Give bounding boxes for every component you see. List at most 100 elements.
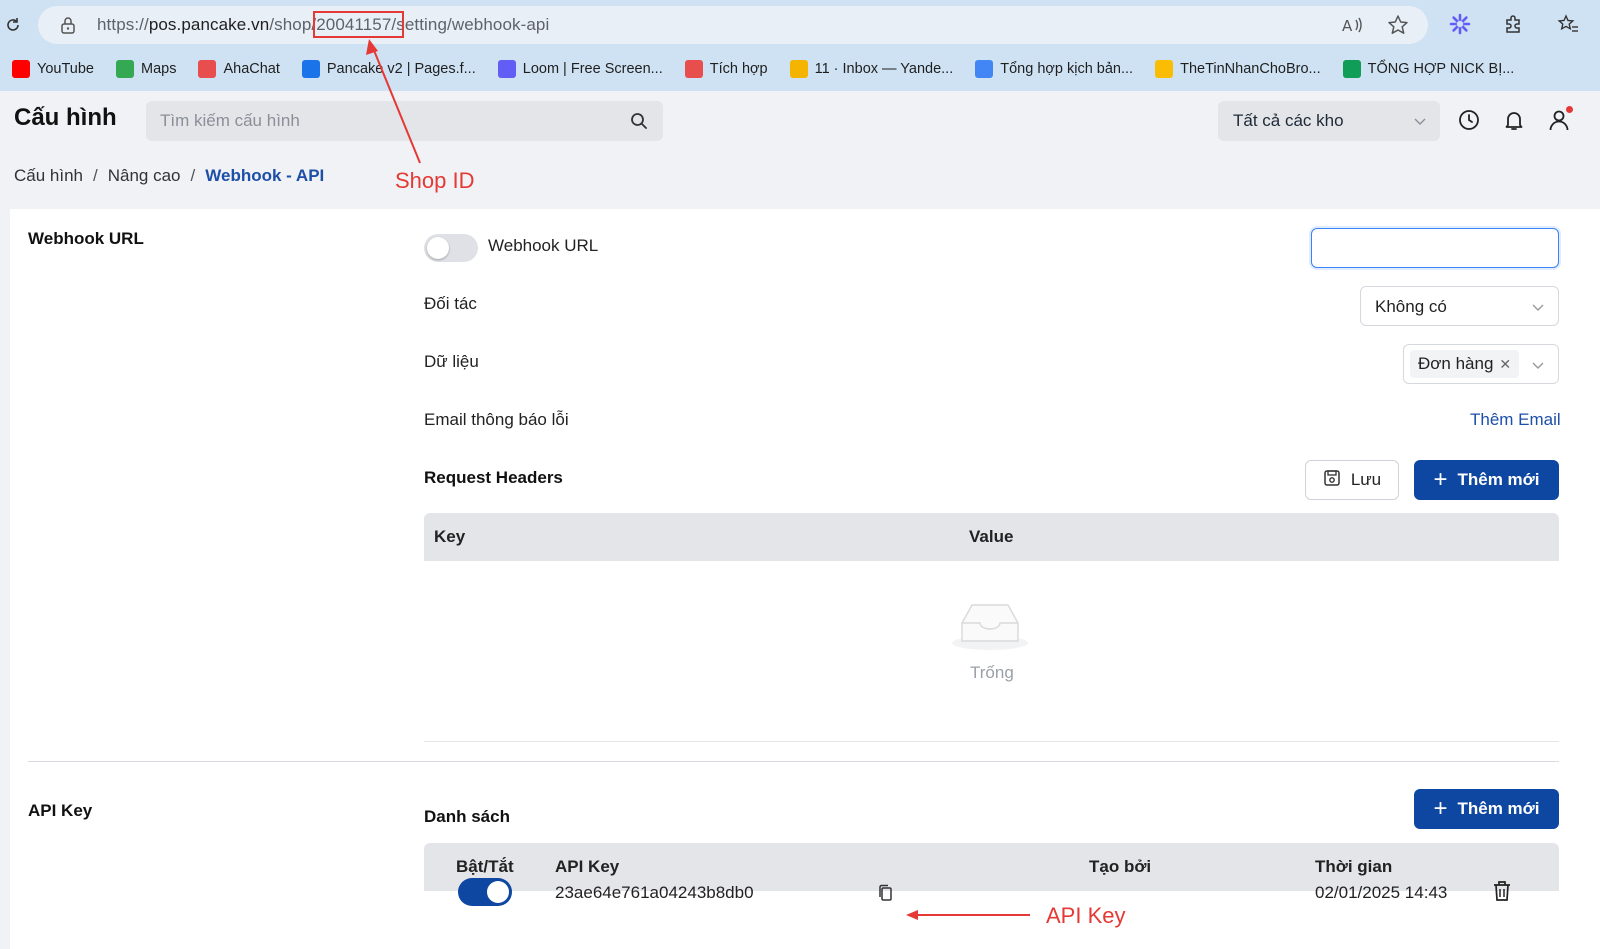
api-key-toggle[interactable] (458, 878, 512, 906)
divider (424, 741, 1559, 742)
store-select[interactable]: Tất cả các kho (1218, 101, 1440, 141)
shop-id-annotation: Shop ID (395, 168, 475, 193)
bookmark-item[interactable]: Pancake v2 | Pages.f... (301, 60, 476, 78)
col-key: Key (434, 527, 466, 546)
bookmark-item[interactable]: AhaChat (198, 60, 280, 78)
page-title: Cấu hình (14, 104, 117, 131)
data-select[interactable]: Đơn hàng ✕ (1403, 344, 1559, 384)
time-value: 02/01/2025 14:43 (1315, 883, 1448, 902)
loom-icon (497, 60, 516, 78)
partner-label: Đối tác (424, 294, 477, 313)
bookmark-item[interactable]: Loom | Free Screen... (497, 60, 663, 78)
history-clock-icon[interactable] (1456, 106, 1481, 134)
webhook-toggle-label: Webhook URL (488, 236, 599, 255)
empty-inbox-icon (949, 597, 1031, 653)
docs-icon (975, 60, 994, 78)
bookmark-label: 11 · Inbox — Yande... (814, 61, 954, 77)
request-headers-label: Request Headers (424, 468, 563, 487)
favorites-bar-icon[interactable] (1554, 10, 1582, 38)
col-time: Thời gian (1315, 857, 1393, 876)
add-api-key-button[interactable]: + Thêm mới (1414, 789, 1559, 829)
pancake-icon (301, 60, 320, 78)
col-value: Value (969, 527, 1014, 546)
breadcrumb: Cấu hình / Nâng cao / Webhook - API (14, 166, 325, 185)
headers-table-head: Key Value (424, 513, 1559, 561)
notification-bell-icon[interactable] (1501, 106, 1526, 134)
api-key-annotation: API Key (1046, 903, 1126, 928)
settings-card: Webhook URL Webhook URL Đối tác Không có… (10, 209, 1600, 949)
drive-icon (1155, 60, 1174, 78)
svg-text:A: A (1342, 17, 1353, 35)
search-icon[interactable] (629, 111, 649, 131)
user-account-icon[interactable] (1546, 106, 1573, 134)
reload-icon[interactable] (0, 6, 26, 44)
favorite-star-icon[interactable] (1386, 13, 1410, 37)
data-tag: Đơn hàng ✕ (1410, 350, 1520, 378)
extensions-puzzle-icon[interactable] (1500, 10, 1528, 38)
sheets-icon (1342, 60, 1361, 78)
save-button[interactable]: Lưu (1305, 460, 1399, 500)
breadcrumb-item-advanced[interactable]: Nâng cao (108, 166, 181, 185)
chevron-down-icon (1530, 357, 1546, 373)
breadcrumb-item-config[interactable]: Cấu hình (14, 166, 83, 185)
api-list-label: Danh sách (424, 807, 510, 826)
search-input[interactable] (160, 109, 600, 133)
youtube-icon (12, 60, 30, 78)
browser-chrome: https://pos.pancake.vn/shop/20041157/set… (0, 0, 1600, 91)
partner-select[interactable]: Không có (1360, 286, 1559, 326)
bookmark-item[interactable]: TheTinNhanChoBro... (1155, 60, 1321, 78)
bookmark-item[interactable]: Maps (115, 60, 177, 78)
bookmark-item[interactable]: TỔNG HỢP NICK BỊ... (1342, 60, 1515, 78)
webhook-url-input[interactable] (1311, 228, 1559, 268)
mail-icon (789, 60, 808, 78)
shop-id-highlight-box (313, 11, 404, 38)
extension-loom-icon[interactable] (1446, 10, 1474, 38)
add-email-link[interactable]: Thêm Email (1470, 410, 1561, 430)
bookmark-item[interactable]: YouTube (12, 60, 94, 78)
plus-icon: + (1433, 795, 1448, 822)
search-box[interactable] (146, 101, 663, 141)
lock-icon[interactable] (58, 15, 78, 35)
plus-icon: + (1433, 466, 1448, 493)
api-key-section-label: API Key (28, 801, 93, 820)
bookmark-label: AhaChat (223, 61, 280, 77)
bookmark-label: TỔNG HỢP NICK BỊ... (1367, 61, 1515, 77)
maps-icon (115, 60, 134, 78)
webhook-toggle[interactable] (424, 234, 478, 262)
read-aloud-icon[interactable]: A (1340, 13, 1364, 37)
api-key-value: 23ae64e761a04243b8db0 (555, 883, 754, 902)
tag-close-icon[interactable]: ✕ (1499, 356, 1511, 373)
bookmark-label: Tích hợp (709, 61, 768, 77)
chevron-down-icon (1530, 299, 1546, 315)
address-bar[interactable]: https://pos.pancake.vn/shop/20041157/set… (38, 6, 1428, 44)
bookmark-label: YouTube (37, 61, 94, 77)
email-label: Email thông báo lỗi (424, 410, 569, 429)
empty-text: Trống (970, 663, 1014, 682)
store-select-value: Tất cả các kho (1233, 111, 1344, 130)
bookmark-label: Pancake v2 | Pages.f... (326, 61, 476, 77)
integration-icon (684, 60, 703, 78)
bookmark-label: Tổng hợp kịch bản... (1000, 61, 1134, 77)
data-label: Dữ liệu (424, 352, 479, 371)
copy-icon[interactable] (877, 884, 895, 902)
col-api-key: API Key (555, 857, 620, 876)
delete-trash-icon[interactable] (1491, 879, 1513, 903)
bookmark-label: Loom | Free Screen... (522, 61, 663, 77)
app-header: Cấu hình Tất cả các kho (0, 91, 1600, 151)
webhook-section-label: Webhook URL (28, 229, 144, 248)
bookmark-item[interactable]: 11 · Inbox — Yande... (789, 60, 954, 78)
add-header-button[interactable]: + Thêm mới (1414, 460, 1559, 500)
bookmark-label: Maps (140, 61, 177, 77)
partner-select-value: Không có (1375, 297, 1447, 316)
notification-dot (1566, 106, 1573, 113)
section-divider (28, 761, 1559, 762)
bookmark-item[interactable]: Tổng hợp kịch bản... (975, 60, 1133, 78)
col-toggle: Bật/Tắt (456, 857, 514, 876)
col-created-by: Tạo bởi (1089, 857, 1152, 876)
bookmarks-bar: YouTube Maps AhaChat Pancake v2 | Pages.f..… (12, 56, 1514, 82)
ahachat-icon (198, 60, 217, 78)
bookmark-item[interactable]: Tích hợp (684, 60, 768, 78)
bookmark-label: TheTinNhanChoBro... (1180, 61, 1321, 77)
breadcrumb-item-active: Webhook - API (205, 166, 325, 185)
save-disk-icon (1323, 469, 1341, 492)
